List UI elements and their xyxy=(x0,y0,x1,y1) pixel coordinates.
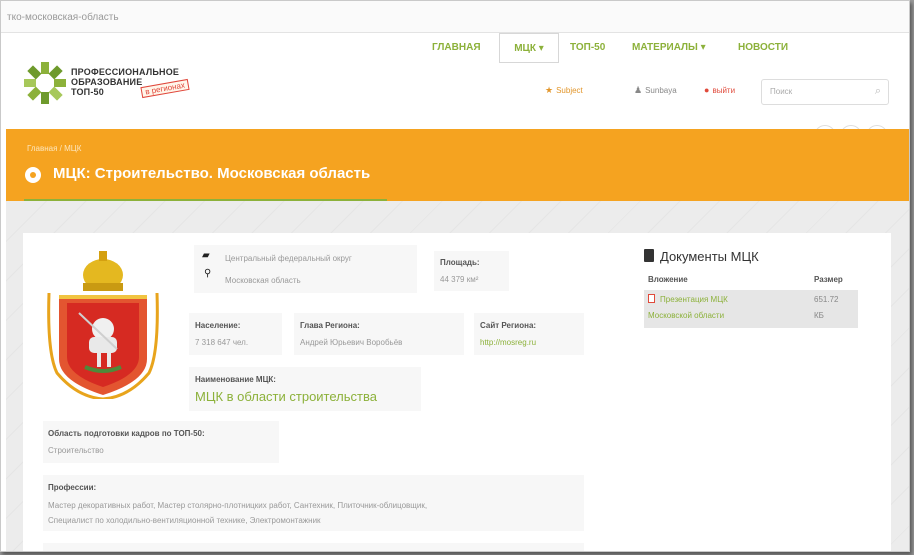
site-header: ПРОФЕССИОНАЛЬНОЕ ОБРАЗОВАНИЕ ТОП-50 в ре… xyxy=(1,33,909,147)
col-attachment-header: Вложение xyxy=(648,275,688,284)
logo-mark-icon xyxy=(24,62,66,104)
mck-name-link[interactable]: МЦК в области строительства xyxy=(195,389,377,404)
browser-window: тко-московская-область ПРОФЕССИОНАЛЬНОЕ … xyxy=(0,0,910,552)
nav-item-news[interactable]: НОВОСТИ xyxy=(738,33,788,63)
population-value: 7 318 647 чел. xyxy=(195,338,249,347)
pdf-icon xyxy=(648,294,655,303)
subscribe-link[interactable]: ★ Subject xyxy=(545,85,583,96)
professions-label: Профессии: xyxy=(48,483,97,492)
user-label: Sunbaya xyxy=(645,86,677,95)
search-placeholder: Поиск xyxy=(770,87,793,96)
mck-name-label: Наименование МЦК: xyxy=(195,375,276,384)
document-link[interactable]: Презентация МЦК xyxy=(660,295,728,304)
head-value: Андрей Юрьевич Воробьёв xyxy=(300,338,403,347)
population-label: Население: xyxy=(195,321,241,330)
population-box xyxy=(189,313,282,355)
user-link[interactable]: ♟ Sunbaya xyxy=(634,85,677,96)
search-icon: ⌕ xyxy=(874,85,881,97)
breadcrumb[interactable]: Главная / МЦК xyxy=(27,144,81,153)
logo-line-2: ОБРАЗОВАНИЕ xyxy=(71,77,143,87)
subscribe-label: Subject xyxy=(556,86,583,95)
logout-icon: ● xyxy=(704,85,710,95)
search-input[interactable]: Поиск ⌕ xyxy=(761,79,889,105)
coat-of-arms-icon xyxy=(47,251,159,399)
logout-label: выйти xyxy=(712,86,736,95)
nav-item-mck[interactable]: МЦК ▾ xyxy=(499,33,559,63)
head-box xyxy=(294,313,464,355)
star-icon: ★ xyxy=(545,85,554,95)
region-site-link[interactable]: http://mosreg.ru xyxy=(480,338,536,347)
professions-line-2: Специалист по холодильно-вентиляционной … xyxy=(48,516,321,525)
nav-item-materials[interactable]: МАТЕРИАЛЫ ▾ xyxy=(632,33,706,63)
area-label: Площадь: xyxy=(440,258,480,267)
professions-line-1: Мастер декоративных работ, Мастер столяр… xyxy=(48,501,428,510)
region-box xyxy=(194,245,417,293)
page-banner: Главная / МЦК МЦК: Строительство. Москов… xyxy=(6,129,909,203)
more-box xyxy=(43,543,584,551)
document-size-unit: КБ xyxy=(814,311,824,320)
table-row: Презентация МЦК Московской области 651.7… xyxy=(644,290,858,328)
area-value: 44 379 км² xyxy=(440,275,479,284)
region-value: Московская область xyxy=(225,276,301,285)
logout-link[interactable]: ● выйти xyxy=(704,85,735,95)
logo-stamp: в регионах xyxy=(140,78,190,99)
address-text: тко-московская-область xyxy=(7,12,119,23)
document-icon xyxy=(644,249,654,262)
map-icon: ▰ xyxy=(202,250,210,261)
training-box xyxy=(43,421,279,463)
nav-item-home[interactable]: ГЛАВНАЯ xyxy=(432,33,481,63)
site-box xyxy=(474,313,584,355)
document-size: 651.72 xyxy=(814,295,839,304)
site-label: Сайт Региона: xyxy=(480,321,537,330)
location-pin-icon: ⚲ xyxy=(204,268,212,279)
document-link-line-2[interactable]: Московской области xyxy=(648,311,724,320)
district-value: Центральный федеральный округ xyxy=(225,254,352,263)
area-box xyxy=(434,251,509,291)
page-title: МЦК: Строительство. Московская область xyxy=(53,165,371,182)
address-bar[interactable]: тко-московская-область xyxy=(1,1,909,33)
logo-line-1: ПРОФЕССИОНАЛЬНОЕ xyxy=(71,67,180,77)
documents-title: Документы МЦК xyxy=(660,249,759,264)
user-icon: ♟ xyxy=(634,85,643,95)
training-value: Строительство xyxy=(48,446,104,455)
col-size-header: Размер xyxy=(814,275,843,284)
training-label: Область подготовки кадров по ТОП-50: xyxy=(48,429,205,438)
gear-icon xyxy=(25,167,41,183)
logo-line-3: ТОП-50 xyxy=(71,87,104,97)
head-label: Глава Региона: xyxy=(300,321,360,330)
site-logo[interactable]: ПРОФЕССИОНАЛЬНОЕ ОБРАЗОВАНИЕ ТОП-50 в ре… xyxy=(23,61,223,113)
nav-item-top50[interactable]: ТОП-50 xyxy=(570,33,605,63)
